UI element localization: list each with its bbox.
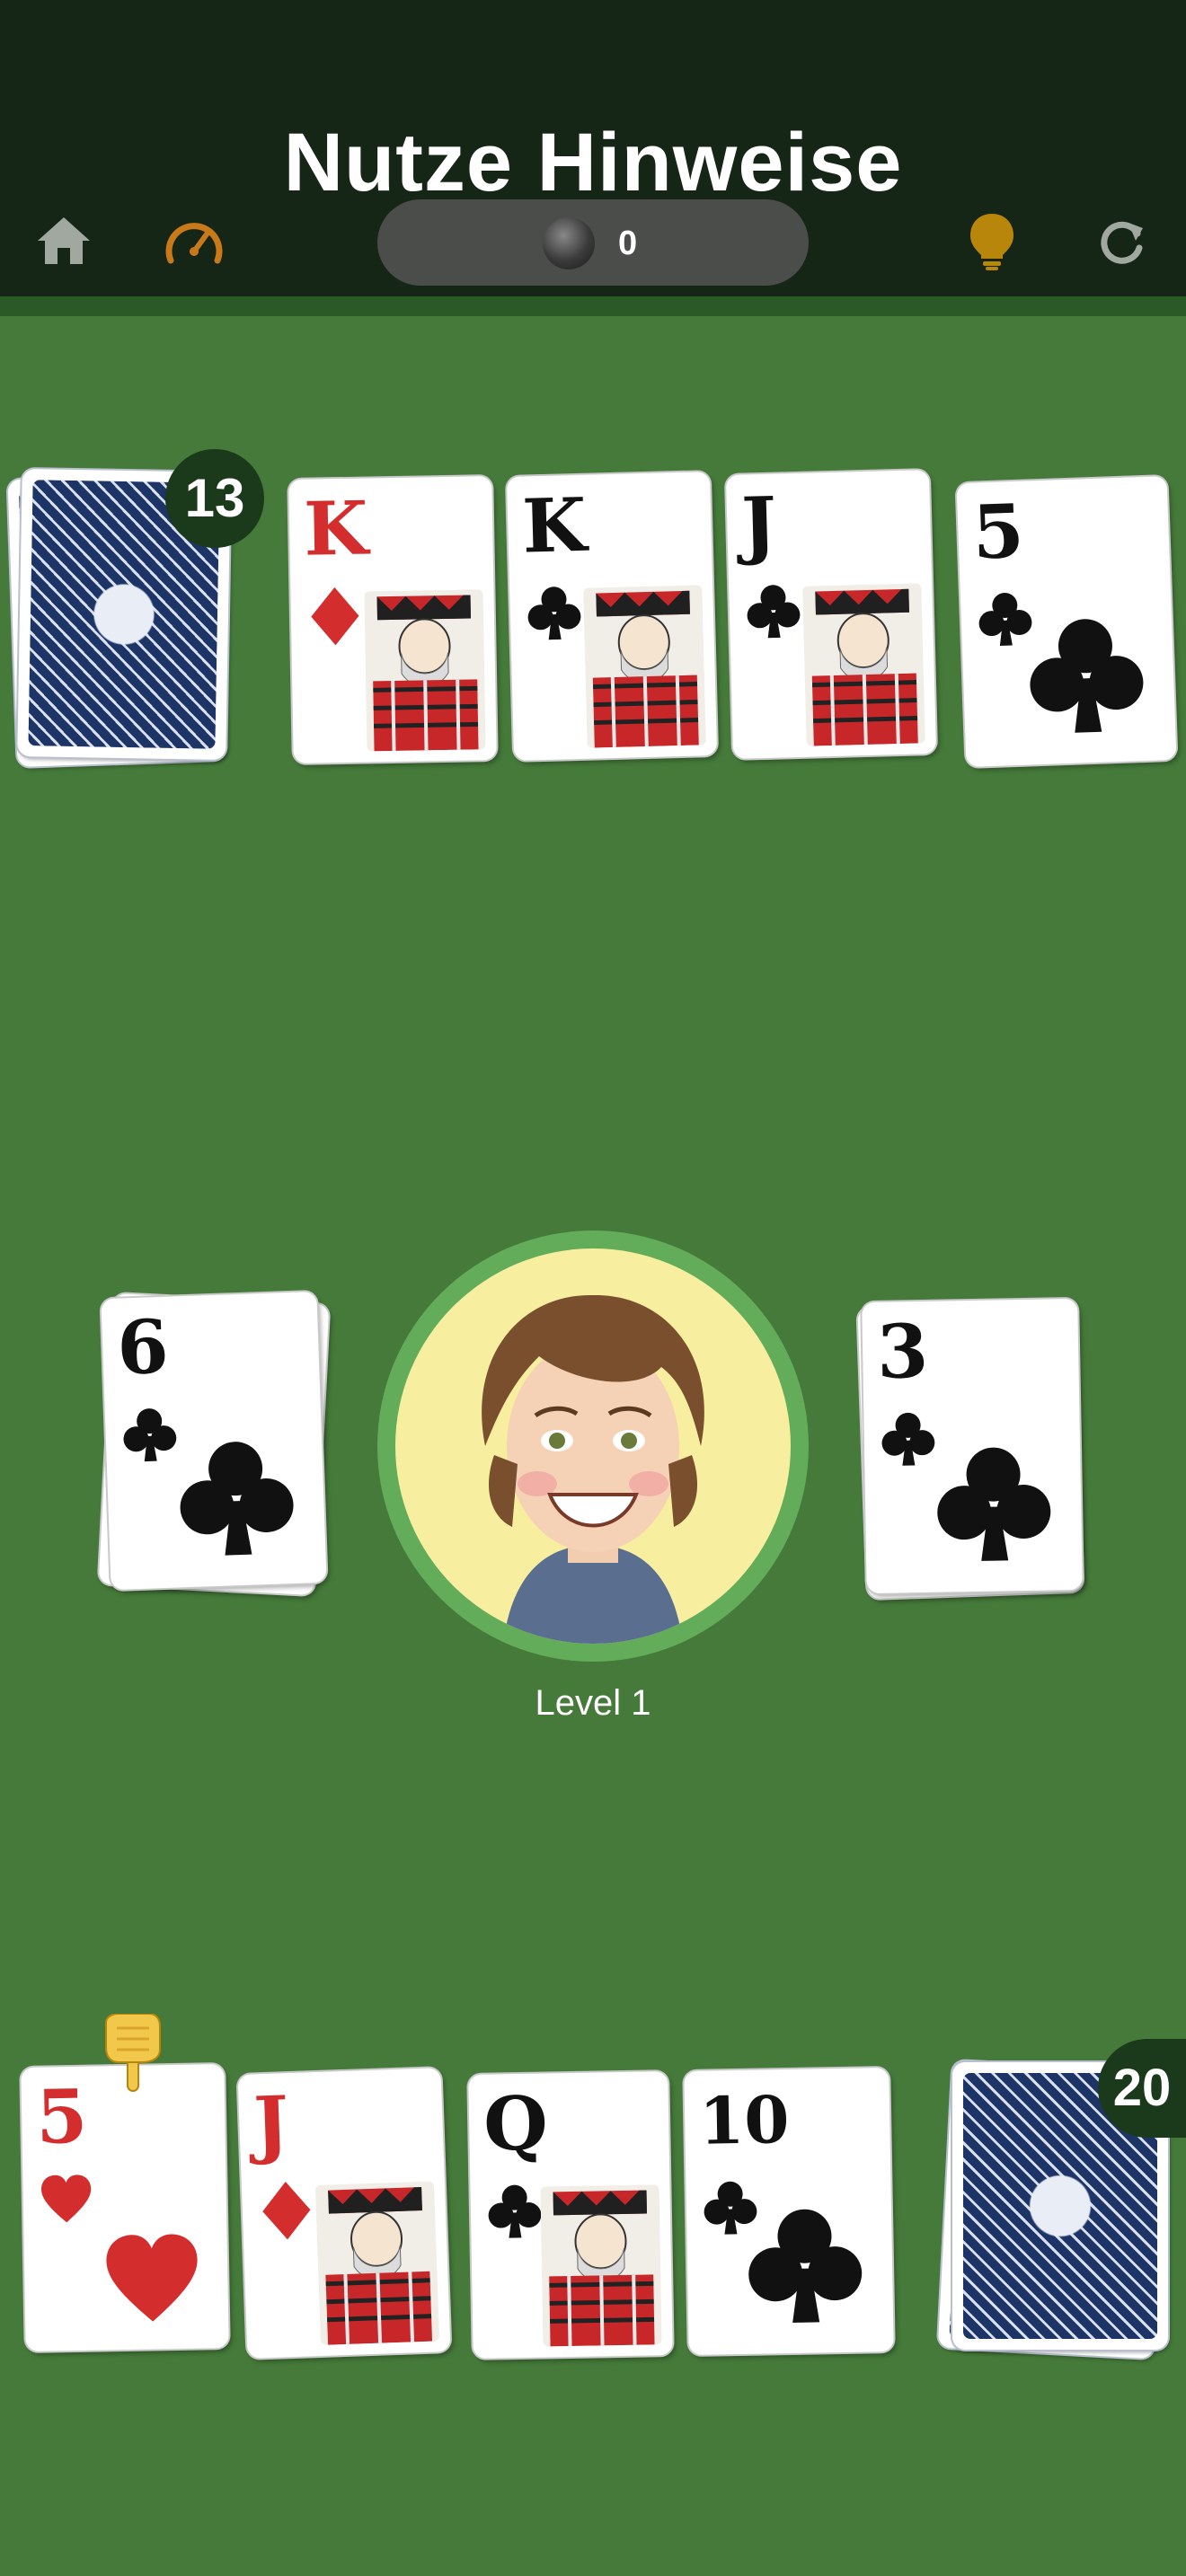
club-icon	[737, 2197, 874, 2334]
player-card-10-clubs[interactable]: 10	[684, 2068, 894, 2355]
diamond-icon	[303, 585, 367, 648]
pile-card-3-clubs: 3	[862, 1298, 1083, 1594]
club-icon	[482, 2179, 546, 2243]
pointing-hand-icon	[97, 2013, 169, 2095]
jack-face-art	[314, 2181, 440, 2345]
coin-counter: 0	[377, 199, 809, 286]
speedometer-icon[interactable]	[165, 216, 223, 266]
top-bar-edge	[0, 296, 1186, 316]
avatar	[395, 1248, 791, 1644]
opponent-card-k-clubs[interactable]: K	[506, 472, 718, 761]
club-icon	[741, 579, 806, 644]
king-face-art	[364, 589, 486, 752]
jack-face-art	[802, 583, 925, 746]
club-icon	[925, 1435, 1063, 1573]
opponent-card-j-clubs[interactable]: J	[725, 470, 937, 759]
opponent-deck-count: 13	[165, 449, 264, 548]
opponent-card-5-clubs[interactable]: 5	[956, 476, 1177, 767]
smiling-woman-portrait	[482, 1294, 704, 1644]
heart-icon	[35, 2173, 97, 2228]
queen-face-art	[540, 2184, 662, 2347]
player-card-j-diamonds[interactable]: J	[237, 2068, 451, 2359]
king-face-art	[583, 585, 706, 748]
player-card-5-hearts[interactable]: 5	[21, 2064, 229, 2351]
heart-icon	[95, 2229, 208, 2330]
home-icon[interactable]	[36, 216, 92, 266]
coin-count: 0	[618, 225, 638, 262]
avatar-level-label: Level 1	[535, 1683, 651, 1723]
opponent-card-k-diamonds[interactable]: K	[288, 476, 497, 763]
coin-icon	[543, 217, 595, 269]
club-icon	[167, 1429, 306, 1568]
player-card-q-clubs[interactable]: Q	[468, 2071, 673, 2359]
club-icon	[1017, 606, 1156, 745]
refresh-icon[interactable]	[1096, 216, 1146, 268]
lightbulb-icon[interactable]	[969, 212, 1015, 271]
opponent-avatar	[377, 1231, 809, 1662]
diamond-icon	[254, 2178, 319, 2243]
page-title: Nutze Hinweise	[283, 117, 903, 208]
club-icon	[522, 581, 587, 646]
pile-card-6-clubs: 6	[101, 1291, 327, 1591]
